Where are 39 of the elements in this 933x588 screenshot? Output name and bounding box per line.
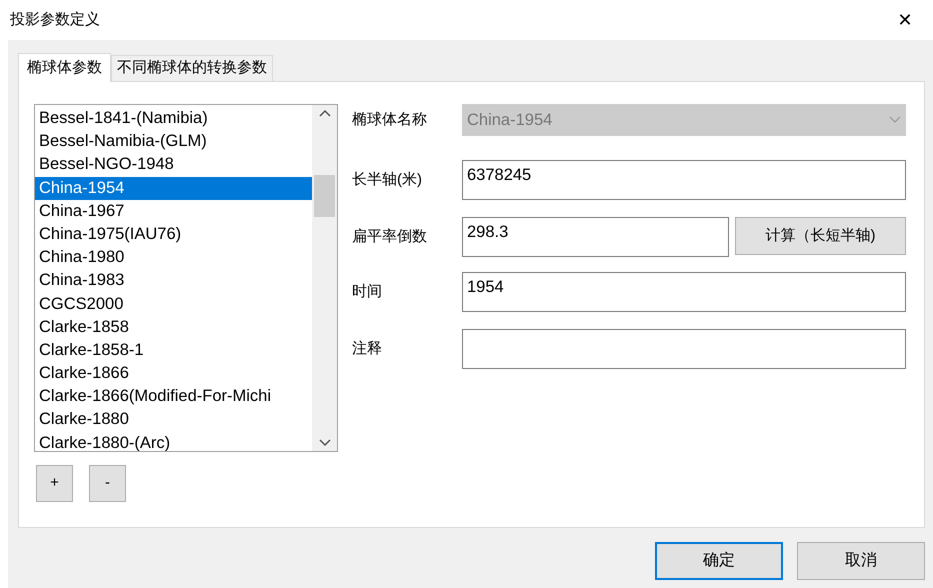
scroll-down-icon[interactable] (318, 439, 330, 447)
input-field[interactable]: 6378245 (462, 160, 906, 200)
cancel-button[interactable]: 取消 (797, 542, 925, 580)
list-item[interactable]: China-1954 (35, 176, 312, 200)
list-item[interactable]: Clarke-1866(Modified-For-Michi (35, 385, 312, 408)
input-field[interactable]: 298.3 (462, 217, 729, 257)
list-item[interactable]: Clarke-1858 (35, 316, 312, 339)
list-item[interactable]: China-1983 (35, 269, 312, 292)
calculate-button[interactable]: 计算（长短半轴) (735, 217, 906, 255)
scroll-thumb[interactable] (314, 175, 335, 217)
window-title: 投影参数定义 (10, 10, 100, 30)
tab[interactable]: 椭球体参数 (18, 53, 111, 82)
field-label: 时间 (352, 282, 383, 302)
field-label: 注释 (352, 338, 383, 359)
close-button[interactable]: ✕ (891, 6, 919, 34)
input-field[interactable]: 1954 (462, 272, 906, 312)
list-item[interactable]: China-1980 (35, 246, 312, 270)
list-item[interactable]: CGCS2000 (35, 292, 312, 316)
tab[interactable]: 不同椭球体的转换参数 (111, 55, 273, 81)
field-label: 扁平率倒数 (352, 226, 428, 247)
list-item[interactable]: Clarke-1880-(Arc) (35, 432, 312, 451)
list-item[interactable]: Clarke-1880 (35, 408, 312, 432)
list-item[interactable]: Clarke-1858-1 (35, 338, 312, 362)
chevron-down-icon (889, 116, 901, 124)
input-field[interactable] (462, 329, 906, 369)
list-item[interactable]: Bessel-Namibia-(GLM) (35, 130, 312, 154)
list-item[interactable]: Bessel-1841-(Namibia) (35, 107, 312, 130)
list-item[interactable]: Bessel-NGO-1948 (35, 153, 312, 177)
add-button[interactable]: + (36, 465, 73, 502)
list-item[interactable]: China-1975(IAU76) (35, 222, 312, 246)
field-label: 长半轴(米) (352, 170, 423, 190)
scroll-up-icon[interactable] (318, 109, 330, 117)
ellipsoid-listbox[interactable] (34, 104, 338, 452)
list-item[interactable]: China-1967 (35, 200, 312, 223)
ok-button[interactable]: 确定 (655, 542, 783, 580)
remove-button[interactable]: - (89, 465, 126, 502)
scrollbar[interactable] (312, 105, 337, 451)
list-item[interactable]: Clarke-1866 (35, 362, 312, 386)
field-label: 椭球体名称 (352, 110, 428, 130)
